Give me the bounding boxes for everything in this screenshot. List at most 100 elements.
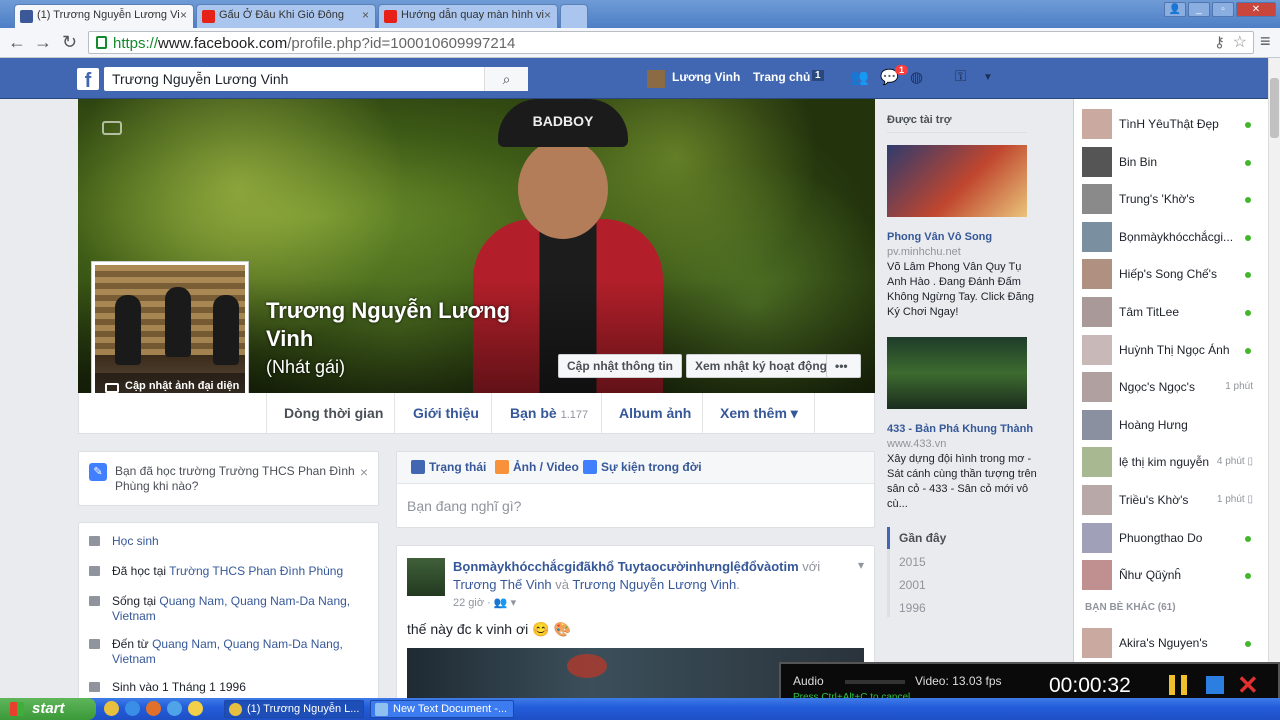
scrollbar[interactable]: [1268, 58, 1280, 700]
taskbar-item-chrome[interactable]: (1) Trương Nguyễn L...: [224, 700, 364, 718]
avatar: [1082, 184, 1112, 215]
tab-facebook-profile[interactable]: (1) Trương Nguyễn Lương Vi ×: [14, 4, 194, 28]
avatar: [1082, 146, 1112, 177]
start-button[interactable]: start: [0, 698, 96, 720]
year-item[interactable]: 2001: [899, 578, 926, 592]
chat-friend-name: TìnH YêuThật Đẹp: [1119, 117, 1219, 131]
ad-image[interactable]: [887, 337, 1027, 409]
tab-more[interactable]: Xem thêm ▾: [720, 405, 798, 422]
firefox-icon[interactable]: [146, 701, 161, 716]
chat-friend[interactable]: Hiếp's Song Chế's: [1074, 256, 1268, 290]
tab-photos[interactable]: Album ảnh: [619, 405, 691, 421]
camera-icon[interactable]: [102, 121, 122, 135]
key-icon[interactable]: ⚷: [1214, 33, 1225, 51]
chevron-down-icon[interactable]: ▾: [858, 558, 864, 572]
window-close-button[interactable]: ✕: [1236, 2, 1276, 17]
chat-friend[interactable]: Ngọc's Ngọc's 1 phút: [1074, 369, 1268, 403]
year-item[interactable]: Gần đây: [899, 531, 946, 545]
camera-icon: [105, 383, 119, 393]
ad-title[interactable]: Phong Vân Vô Song: [887, 231, 992, 243]
close-icon[interactable]: ×: [362, 8, 369, 22]
url-host: www.facebook.com: [158, 35, 288, 52]
post-time[interactable]: 22 giờ · 👥 ▾: [453, 596, 516, 609]
taskbar-item-label: (1) Trương Nguyễn L...: [247, 703, 360, 715]
ad-image[interactable]: [887, 145, 1027, 217]
chat-friend[interactable]: Triều's Khờ's 1 phút ▯: [1074, 482, 1268, 516]
smiley-icon[interactable]: [188, 701, 203, 716]
composer-tab-life-event[interactable]: Sự kiện trong đời: [583, 460, 702, 474]
close-icon[interactable]: ×: [180, 8, 187, 22]
intro-link[interactable]: Trường THCS Phan Đình Phùng: [169, 564, 343, 578]
pause-icon[interactable]: [1169, 675, 1187, 695]
search-icon[interactable]: ⌕: [484, 67, 528, 91]
start-label: start: [32, 700, 65, 717]
more-options-button[interactable]: •••: [826, 354, 861, 378]
globe-icon[interactable]: ◍: [910, 68, 923, 86]
tab-youtube-2[interactable]: Hướng dẫn quay màn hình vi ×: [378, 4, 558, 28]
tab-about[interactable]: Giới thiệu: [413, 405, 479, 421]
friend-requests-icon[interactable]: 👥: [850, 68, 869, 86]
activity-log-button[interactable]: Xem nhật ký hoạt động: [686, 354, 837, 378]
profile-link[interactable]: Lương Vinh: [672, 70, 740, 84]
composer-input[interactable]: Bạn đang nghĩ gì?: [407, 498, 521, 514]
minimize-button[interactable]: _: [1188, 2, 1210, 17]
chat-friend[interactable]: Huỳnh Thị Ngọc Ánh: [1074, 332, 1268, 366]
chat-friend[interactable]: Tâm TitLee: [1074, 294, 1268, 328]
chat-friend[interactable]: Phuongthao Do: [1074, 520, 1268, 554]
chat-friend[interactable]: Ñhư Qŭỳnĥ: [1074, 557, 1268, 591]
tab-timeline[interactable]: Dòng thời gian: [284, 405, 383, 421]
divider: [887, 132, 1027, 133]
forward-icon[interactable]: →: [34, 32, 52, 53]
ad-title[interactable]: 433 - Bản Phá Khung Thành: [887, 423, 1033, 435]
avatar[interactable]: [647, 70, 665, 88]
post-author[interactable]: Bọnmàykhócchắcgiđãkhổ Tuytaocườinhưnglệđ…: [453, 559, 799, 574]
close-icon[interactable]: ×: [544, 8, 551, 22]
chat-friend[interactable]: Bọnmàykhócchắcgi...: [1074, 219, 1268, 253]
stop-icon[interactable]: [1206, 676, 1224, 694]
url-bar[interactable]: https://www.facebook.com/profile.php?id=…: [88, 31, 1254, 54]
composer-tab-status[interactable]: Trạng thái: [411, 460, 486, 474]
school-prompt-text[interactable]: Bạn đã học trường Trường THCS Phan Đình …: [115, 464, 355, 494]
intro-text: Học sinh: [112, 534, 159, 548]
restore-button[interactable]: ▫: [1212, 2, 1234, 17]
taskbar-item-notepad[interactable]: New Text Document -...: [370, 700, 514, 718]
chat-friend[interactable]: Akira's Nguyen's: [1074, 625, 1268, 659]
user-icon[interactable]: 👤: [1164, 2, 1186, 17]
ad-1[interactable]: Phong Vân Vô Song pv.minhchu.net Võ Lâm …: [887, 230, 1037, 320]
home-link[interactable]: Trang chủ: [753, 70, 810, 84]
facebook-logo[interactable]: f: [77, 68, 99, 92]
chat-friend[interactable]: lệ thị kim nguyễn 4 phút ▯: [1074, 444, 1268, 478]
privacy-icon[interactable]: ⚿: [955, 68, 966, 85]
star-icon[interactable]: ☆: [1233, 32, 1247, 52]
school-prompt-card[interactable]: ✎ Bạn đã học trường Trường THCS Phan Đìn…: [78, 451, 379, 506]
close-icon[interactable]: ✕: [1237, 670, 1259, 701]
chat-friend-name: Huỳnh Thị Ngọc Ánh: [1119, 342, 1230, 357]
chat-friend[interactable]: Hoàng Hưng: [1074, 407, 1268, 441]
back-icon[interactable]: ←: [8, 32, 26, 53]
search-input[interactable]: Trương Nguyễn Lương Vinh ⌕: [104, 67, 528, 91]
chat-friend[interactable]: TìnH YêuThật Đẹp: [1074, 106, 1268, 140]
year-item[interactable]: 2015: [899, 555, 926, 569]
reload-icon[interactable]: ↻: [62, 32, 77, 53]
messenger-icon[interactable]: [167, 701, 182, 716]
chat-friend[interactable]: Trung's 'Khờ's: [1074, 181, 1268, 215]
avatar[interactable]: [407, 558, 445, 596]
profile-name[interactable]: Trương Nguyễn Lương Vinh: [266, 297, 546, 353]
chrome-icon[interactable]: [104, 701, 119, 716]
chat-friend[interactable]: Bin Bin: [1074, 144, 1268, 178]
browser-tab-bar: (1) Trương Nguyễn Lương Vi × Gấu Ở Đâu K…: [0, 0, 1280, 28]
ie-icon[interactable]: [125, 701, 140, 716]
close-icon[interactable]: ×: [360, 464, 368, 480]
tab-youtube-1[interactable]: Gấu Ở Đâu Khi Gió Đông ×: [196, 4, 376, 28]
scrollbar-thumb[interactable]: [1270, 78, 1279, 138]
tagged-friend[interactable]: Trương Thế Vinh: [453, 577, 552, 592]
menu-icon[interactable]: ≡: [1260, 31, 1271, 52]
tagged-friend[interactable]: Trương Nguyễn Lương Vinh: [572, 577, 736, 592]
new-tab-button[interactable]: [560, 4, 588, 28]
composer-tab-photo[interactable]: Ảnh / Video: [495, 460, 579, 474]
ad-2[interactable]: 433 - Bản Phá Khung Thành www.433.vn Xây…: [887, 422, 1037, 512]
tab-friends[interactable]: Bạn bè 1.177: [510, 405, 588, 421]
year-item[interactable]: 1996: [899, 601, 926, 615]
update-info-button[interactable]: Cập nhật thông tin: [558, 354, 682, 378]
chevron-down-icon[interactable]: ▼: [983, 72, 993, 83]
